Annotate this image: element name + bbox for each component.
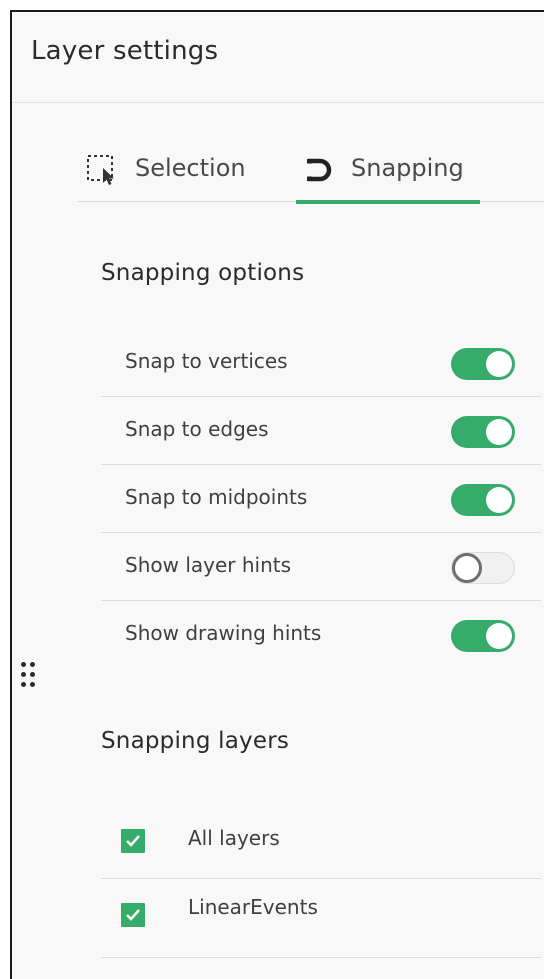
panel-title: Layer settings xyxy=(31,36,219,66)
layer-label: LinearEvents xyxy=(188,895,318,919)
checkmark-icon xyxy=(126,835,140,847)
panel-header: Layer settings xyxy=(12,12,544,103)
layer-item-linearevents[interactable]: LinearEvents xyxy=(101,879,541,958)
layer-label: All layers xyxy=(188,826,280,850)
option-label: Show layer hints xyxy=(125,553,292,577)
snapping-options-list: Snap to vertices Snap to edges Snap to m… xyxy=(101,329,541,669)
option-label: Snap to vertices xyxy=(125,349,288,373)
tab-selection-label: Selection xyxy=(135,154,246,182)
option-label: Show drawing hints xyxy=(125,621,322,645)
option-snap-to-vertices: Snap to vertices xyxy=(101,329,541,397)
snapping-layers-list: All layers LinearEvents xyxy=(101,800,541,958)
snap-to-vertices-toggle[interactable] xyxy=(451,348,515,380)
snap-to-edges-toggle[interactable] xyxy=(451,416,515,448)
toggle-knob xyxy=(486,623,512,649)
option-label: Snap to edges xyxy=(125,417,269,441)
layer-item-all-layers[interactable]: All layers xyxy=(101,800,541,879)
layer-settings-panel: Layer settings Selection Snapping Snappi… xyxy=(10,10,544,979)
all-layers-checkbox[interactable] xyxy=(121,829,145,853)
snapping-layers-heading: Snapping layers xyxy=(101,728,290,754)
show-layer-hints-toggle[interactable] xyxy=(451,552,515,584)
checkmark-icon xyxy=(126,909,140,921)
drag-handle-icon[interactable] xyxy=(20,662,40,694)
magnet-icon xyxy=(304,154,336,186)
toggle-knob xyxy=(486,487,512,513)
tab-bar: Selection Snapping xyxy=(78,142,544,204)
snapping-options-heading: Snapping options xyxy=(101,260,305,286)
option-show-drawing-hints: Show drawing hints xyxy=(101,601,541,669)
linearevents-checkbox[interactable] xyxy=(121,903,145,927)
option-show-layer-hints: Show layer hints xyxy=(101,533,541,601)
option-snap-to-midpoints: Snap to midpoints xyxy=(101,465,541,533)
toggle-knob xyxy=(486,351,512,377)
option-snap-to-edges: Snap to edges xyxy=(101,397,541,465)
toggle-knob xyxy=(486,419,512,445)
selection-cursor-icon xyxy=(86,154,118,186)
tab-snapping[interactable]: Snapping xyxy=(296,142,480,204)
tab-snapping-label: Snapping xyxy=(351,154,464,182)
tab-selection[interactable]: Selection xyxy=(78,142,278,202)
show-drawing-hints-toggle[interactable] xyxy=(451,620,515,652)
option-label: Snap to midpoints xyxy=(125,485,308,509)
toggle-knob xyxy=(452,553,482,583)
snap-to-midpoints-toggle[interactable] xyxy=(451,484,515,516)
